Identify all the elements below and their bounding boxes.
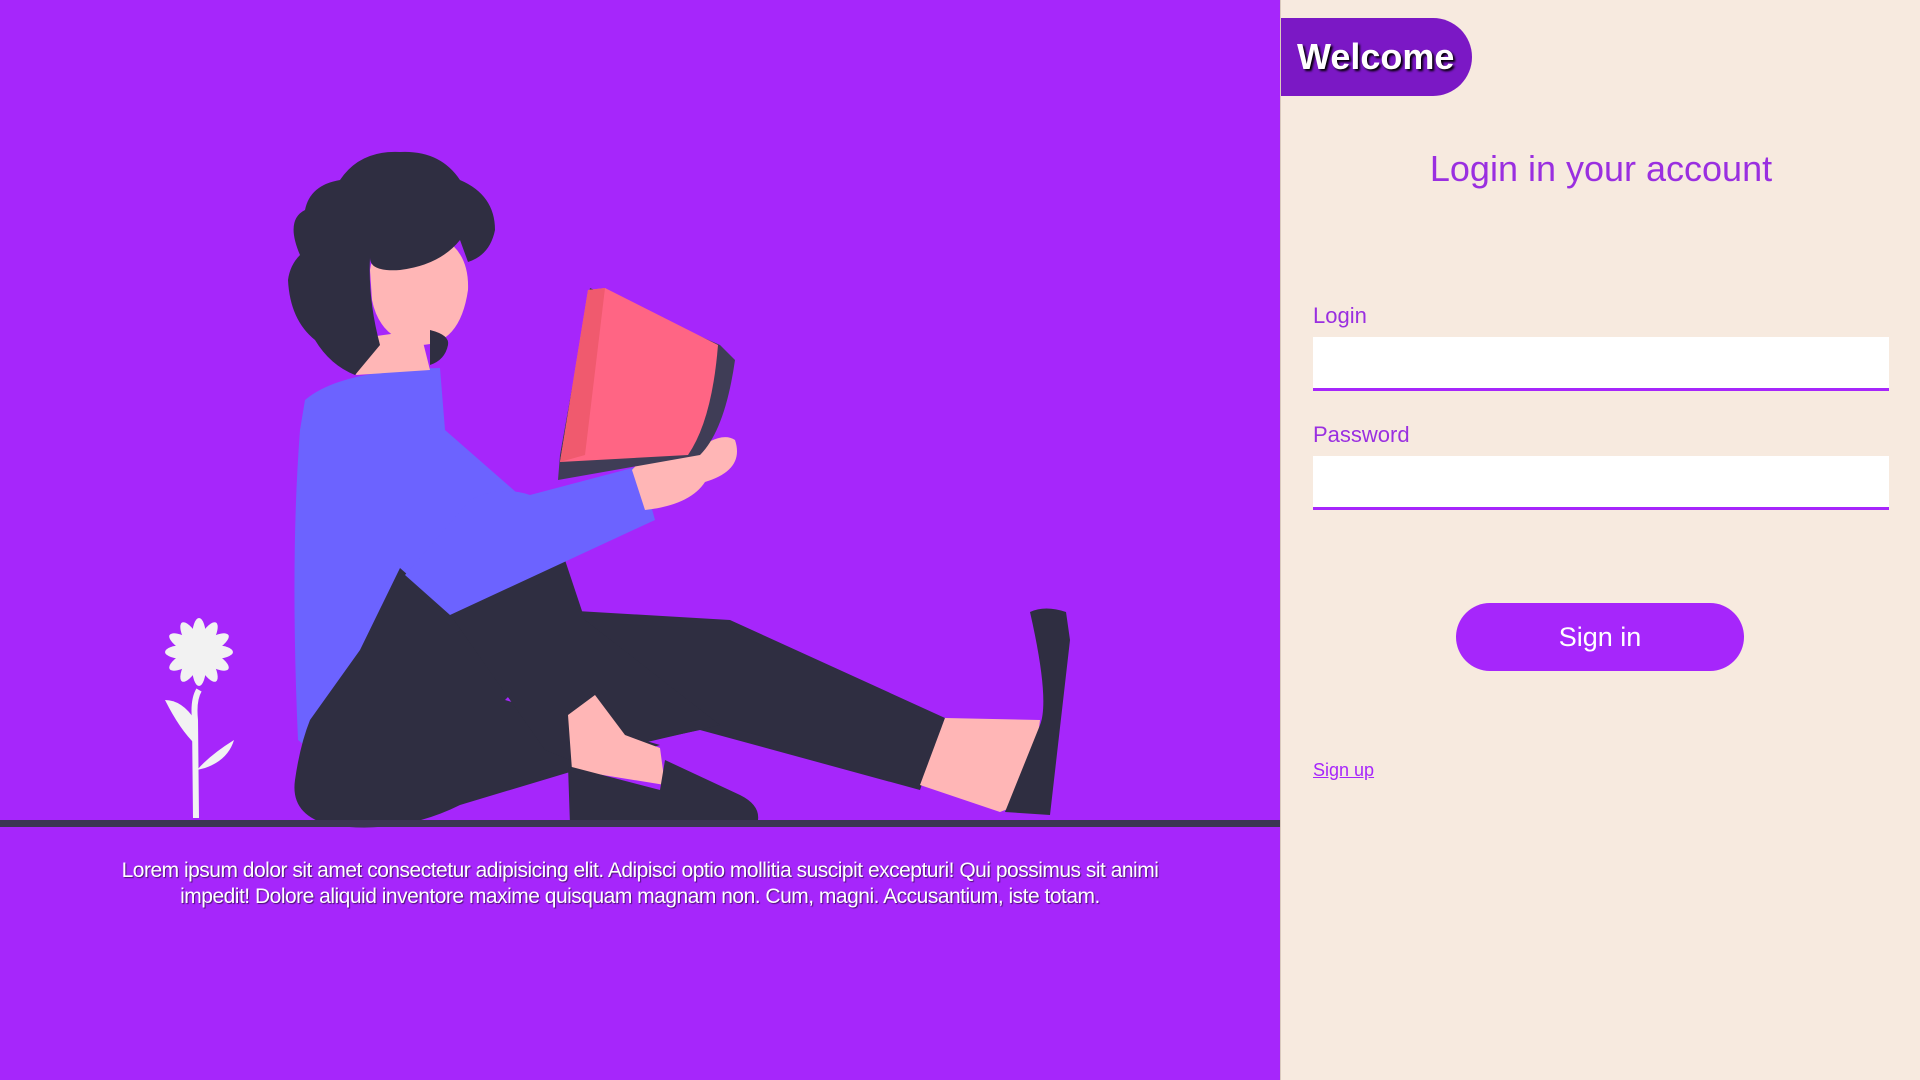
sign-in-button[interactable]: Sign in	[1456, 603, 1744, 671]
login-panel: Welcome Login in your account Login Pass…	[1280, 0, 1920, 1080]
person-reading-illustration	[165, 151, 1070, 828]
flower-icon	[165, 618, 234, 819]
hero-panel: Lorem ipsum dolor sit amet consectetur a…	[0, 0, 1280, 1080]
sign-up-link[interactable]: Sign up	[1313, 760, 1374, 781]
ground-line	[0, 820, 1280, 827]
password-label: Password	[1313, 422, 1410, 447]
login-page: Lorem ipsum dolor sit amet consectetur a…	[0, 0, 1920, 1080]
password-input[interactable]	[1313, 456, 1889, 510]
login-label: Login	[1313, 303, 1367, 328]
person-reading-book-icon	[288, 151, 1070, 828]
login-input[interactable]	[1313, 337, 1889, 391]
hero-description: Lorem ipsum dolor sit amet consectetur a…	[121, 859, 1159, 908]
welcome-badge: Welcome	[1281, 18, 1473, 96]
login-title: Login in your account	[1429, 148, 1773, 189]
